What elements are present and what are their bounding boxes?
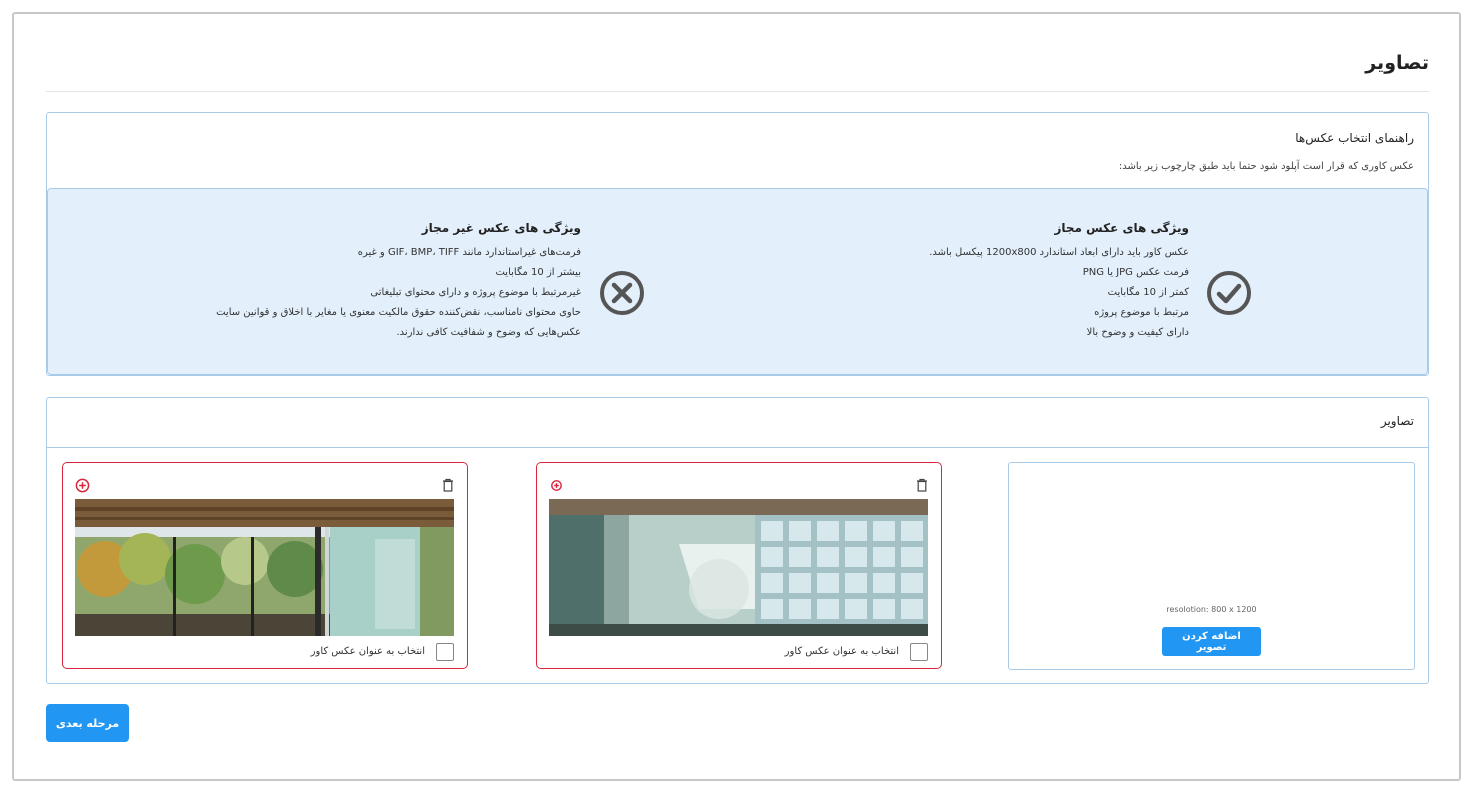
title-divider <box>46 91 1429 92</box>
allowed-item: مرتبط با موضوع پروژه <box>1094 307 1189 318</box>
guide-title: راهنمای انتخاب عکس‌ها <box>1295 131 1414 145</box>
forbidden-rules: ویژگی های عکس غیر مجاز فرمت‌های غیراستان… <box>216 221 581 343</box>
check-circle-icon <box>1207 271 1251 315</box>
next-step-button[interactable]: مرحله بعدی <box>46 704 129 742</box>
guide-description: عکس کاوری که قرار است آپلود شود حتما بای… <box>1118 161 1414 172</box>
allowed-title: ویژگی های عکس مجاز <box>1054 221 1189 235</box>
images-panel-header: تصاویر <box>47 398 1428 448</box>
guide-rules-box: ویژگی های عکس مجاز عکس کاور باید دارای ا… <box>47 188 1428 375</box>
forbidden-title: ویژگی های عکس غیر مجاز <box>421 221 581 235</box>
forbidden-item: فرمت‌های غیراستاندارد مانند GIF، BMP، TI… <box>357 247 581 258</box>
trash-icon[interactable] <box>442 478 454 492</box>
allowed-item: عکس کاور باید دارای ابعاد استاندارد 1200… <box>929 247 1189 258</box>
allowed-item: دارای کیفیت و وضوح بالا <box>1086 327 1189 338</box>
forbidden-item: غیرمرتبط با موضوع پروژه و دارای محتوای ت… <box>370 287 581 298</box>
cover-checkbox-label: انتخاب به عنوان عکس کاور <box>784 646 899 657</box>
image-card: انتخاب به عنوان عکس کاور <box>536 462 942 669</box>
allowed-rules: ویژگی های عکس مجاز عکس کاور باید دارای ا… <box>929 221 1189 343</box>
forbidden-item: حاوی محتوای نامناسب، نقض‌کننده حقوق مالک… <box>216 307 581 318</box>
add-image-button[interactable]: اضافه کردن تصویر <box>1162 627 1261 656</box>
allowed-item: فرمت عکس JPG یا PNG <box>1082 267 1189 278</box>
glass-wall-photo-image <box>549 499 928 636</box>
image-upload-box[interactable]: resolotion: 800 x 1200 اضافه کردن تصویر <box>1008 462 1415 670</box>
cover-checkbox[interactable] <box>436 643 454 661</box>
plus-circle-icon[interactable] <box>75 478 90 493</box>
images-panel-title: تصاویر <box>1380 414 1414 428</box>
uploaded-photo <box>549 499 928 636</box>
images-panel: تصاویر انتخاب به عنوان عکس کاور انتخاب ب… <box>46 397 1429 684</box>
uploaded-photo <box>75 499 454 636</box>
trash-icon[interactable] <box>916 478 928 492</box>
forbidden-item: بیشتر از 10 مگابایت <box>495 267 581 278</box>
page-title: تصاویر <box>1365 52 1429 74</box>
cover-checkbox-label: انتخاب به عنوان عکس کاور <box>310 646 425 657</box>
plus-circle-icon[interactable] <box>549 478 564 493</box>
cover-checkbox[interactable] <box>910 643 928 661</box>
forbidden-item: عکس‌هایی که وضوح و شفافیت کافی ندارند. <box>396 327 581 338</box>
x-circle-icon <box>600 271 644 315</box>
forest-photo-image <box>75 499 454 636</box>
allowed-item: کمتر از 10 مگابایت <box>1107 287 1189 298</box>
photo-guide-panel: راهنمای انتخاب عکس‌ها عکس کاوری که قرار … <box>46 112 1429 376</box>
image-card: انتخاب به عنوان عکس کاور <box>62 462 468 669</box>
resolution-hint: resolotion: 800 x 1200 <box>1166 605 1257 614</box>
